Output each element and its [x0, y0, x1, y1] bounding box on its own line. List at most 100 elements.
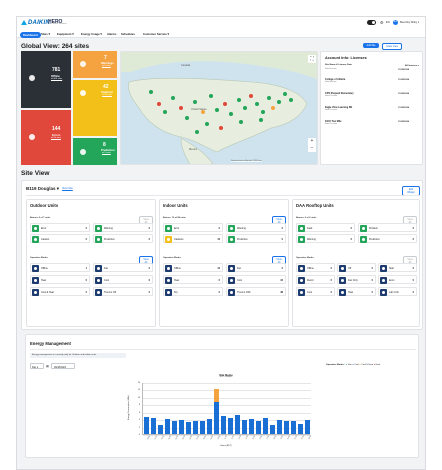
bar-cool-heat[interactable] [214, 389, 219, 403]
bar-cool[interactable] [298, 423, 303, 434]
gear-icon[interactable]: ⚙ [380, 20, 384, 25]
nav-dashboard[interactable]: Dashboard [20, 31, 41, 38]
indoor-mode-offline[interactable]: Offline 12 [163, 263, 223, 272]
indoor-mode-heat[interactable]: Heat 0 [163, 275, 223, 284]
indoor-prediction-stat[interactable]: Prediction 0 [226, 234, 286, 243]
rooftop-mode-lab-cntrl[interactable]: Lab Cntrl 0 [378, 287, 417, 296]
rooftop-mode-cool[interactable]: Cool 0 [296, 287, 335, 296]
theme-toggle[interactable] [367, 20, 376, 25]
bar-cool[interactable] [284, 421, 289, 434]
add-site-button[interactable]: Add Site [363, 43, 379, 48]
view-site-link[interactable]: View Site [62, 187, 73, 190]
cautions-tile[interactable]: 42 Cautions at 18 sites [73, 80, 117, 136]
rooftop-mode-fan-only[interactable]: Fan Only 0 [337, 275, 376, 284]
nav-energy-usage[interactable]: Energy Usage ▾ [81, 32, 102, 36]
rooftop-fault-stat[interactable]: Fault 0 [296, 223, 355, 232]
bar-cool[interactable] [305, 419, 310, 434]
rooftop-mode-econ[interactable]: Econ 0 [378, 275, 417, 284]
bar-cool[interactable] [249, 418, 254, 434]
bar-cool[interactable] [235, 415, 240, 434]
rooftop-mode-off[interactable]: Off 0 [337, 263, 376, 272]
user-name[interactable]: Beverley Wiley ▾ [400, 21, 419, 24]
outdoor-mode-cool-heat[interactable]: Cool & Heat 0 [30, 287, 90, 296]
zoom-in-button[interactable]: + [308, 138, 316, 145]
rooftop-mode-recirc[interactable]: Recirc 0 [296, 275, 335, 284]
bar-cool[interactable] [242, 419, 247, 434]
period-select[interactable]: Day ▾ [30, 363, 44, 369]
bar-cool[interactable] [158, 424, 163, 434]
indoor-warning-stat[interactable]: Warning 0 [226, 223, 286, 232]
caution-icon [165, 236, 172, 243]
bar-cool[interactable] [144, 417, 149, 434]
rooftop-problem-stat[interactable]: Problem 0 [358, 223, 417, 232]
license-row[interactable]: College of Atlanta Initial license 11/28/2… [325, 78, 409, 83]
bar-cool[interactable] [172, 421, 177, 434]
language-selector[interactable]: EN [386, 21, 390, 24]
nav-sites[interactable]: Sites ▾ [41, 32, 50, 36]
bar-cool[interactable] [186, 422, 191, 434]
indoor-mode-fan[interactable]: Fan 0 [226, 263, 286, 272]
nav-alarms[interactable]: Alarms [107, 32, 116, 36]
errors-tile[interactable]: 144 Errors at 53 sites [21, 110, 71, 165]
nav-equipment[interactable]: Equipment ▾ [57, 32, 74, 36]
outdoor-prediction-stat[interactable]: Prediction 0 [93, 234, 153, 243]
bar-cool[interactable] [179, 419, 184, 434]
bar-cool[interactable] [277, 419, 282, 434]
outdoor-mode-offline[interactable]: Offline 1 [30, 263, 90, 272]
bar-cool[interactable] [200, 421, 205, 434]
y-tick-label: 10 [137, 396, 140, 399]
rooftop-units-title: DAA Rooftop Units [296, 203, 334, 208]
nav-schedules[interactable]: Schedules [121, 32, 135, 36]
bar-cool[interactable] [151, 418, 156, 434]
outdoor-mode-fan[interactable]: Fan 0 [93, 263, 153, 272]
bar-cool[interactable] [263, 418, 268, 434]
rooftop-prediction-stat[interactable]: Prediction 0 [358, 234, 417, 243]
outdoor-mode-cool[interactable]: Cool 6 [93, 275, 153, 284]
cool-heat-icon [32, 289, 39, 296]
map-canvas[interactable] [121, 52, 318, 165]
indoor-mode-dry[interactable]: Dry 0 [163, 287, 223, 296]
outdoor-warning-stat[interactable]: Warning 0 [93, 223, 153, 232]
license-row[interactable]: Eagle View Learning BE Initial License 11/… [325, 106, 409, 111]
bar-cool[interactable] [207, 419, 212, 434]
bar-cool[interactable] [193, 420, 198, 434]
outdoor-mode-thermo-off[interactable]: Thermo Off 0 [93, 287, 153, 296]
licenses-filter[interactable]: All licenses ▾ [405, 64, 419, 67]
scale-view-button[interactable]: Scale View [382, 43, 402, 50]
bar-cool[interactable] [214, 402, 219, 434]
warnings-tile[interactable]: 7 Warnings at 5 sites [73, 51, 117, 78]
indoor-error-stat[interactable]: Error 0 [163, 223, 223, 232]
fullscreen-icon[interactable]: ⛶ [308, 55, 316, 63]
site-selector[interactable]: B119 Douglas ▾ [26, 186, 59, 192]
rooftop-warning-stat[interactable]: Warning 0 [296, 234, 355, 243]
nav-customer-service[interactable]: Customer Service ▾ [143, 32, 169, 36]
bar-cool[interactable] [165, 419, 170, 434]
bar-cool[interactable] [270, 424, 275, 434]
outdoor-error-stat[interactable]: Error 0 [30, 223, 90, 232]
bar-cool[interactable] [256, 420, 261, 434]
indoor-mode-cool[interactable]: Cool 34 [226, 275, 286, 284]
calendar-icon[interactable]: ▦ [46, 364, 49, 368]
zoom-out-button[interactable]: − [308, 145, 316, 152]
license-row[interactable]: Initial license 11/28/2024 [325, 68, 409, 71]
rooftop-mode-start[interactable]: Start 0 [378, 263, 417, 272]
bar-cool[interactable] [228, 418, 233, 434]
prediction-tile[interactable]: 8 Prediction at 5 sites [73, 138, 117, 165]
indoor-caution-stat[interactable]: Cautions 13 [163, 234, 223, 243]
rooftop-mode-heat[interactable]: Heat 0 [337, 287, 376, 296]
indoor-mode-thermo-off[interactable]: Thermo OFF 38 [226, 287, 286, 296]
license-row[interactable]: CPS Shepard Elementary Initial License 11/… [325, 92, 409, 97]
rooftop-mode-offline[interactable]: Offline 0 [296, 263, 335, 272]
date-input[interactable]: 09/18/2024 [51, 363, 75, 369]
daikin-logo[interactable]: DAIKIN [21, 20, 50, 26]
divider [26, 195, 420, 196]
outdoor-mode-heat[interactable]: Heat 0 [30, 275, 90, 284]
outdoor-caution-stat[interactable]: Caution 0 [30, 234, 90, 243]
offline-tile[interactable]: 781 Offline of 465 sites [21, 51, 71, 108]
avatar[interactable]: BW [393, 20, 398, 25]
bar-cool[interactable] [221, 416, 226, 434]
x-tick-label: 22:00 [301, 436, 305, 440]
bar-cool[interactable] [291, 420, 296, 434]
sites-map[interactable]: Canada United States Mexico ⛶ + − Keyboa… [120, 51, 318, 165]
license-row[interactable]: KCCI Tow Mile Initial License 11/28/2024 [325, 120, 409, 125]
